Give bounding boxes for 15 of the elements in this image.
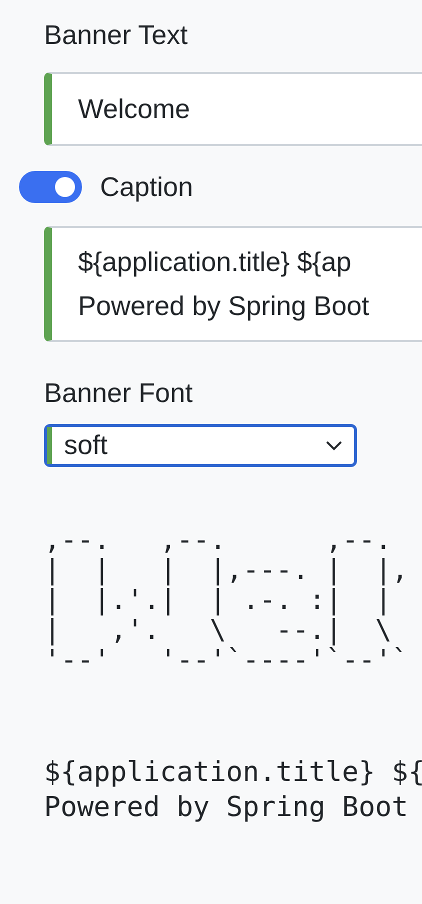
ascii-art-line: ,--. ,--. ,--.	[44, 525, 392, 555]
caption-preview-line: Powered by Spring Boot	[44, 790, 408, 825]
field-label: Banner Font	[44, 377, 193, 410]
ascii-art-line: | ,'. \ --.| \	[44, 615, 392, 645]
field-label: Banner Text	[44, 19, 188, 52]
caption-field[interactable]: ${application.title} ${ap Powered by Spring Boot	[44, 226, 422, 342]
font-select[interactable]: soft	[44, 424, 357, 467]
caption-toggle[interactable]	[19, 171, 82, 203]
toggle-label: Caption	[100, 171, 194, 204]
ascii-art-line: | | | |,---. | |,	[44, 555, 408, 585]
ascii-art-line: '--' '--'`----'`--'`	[44, 645, 408, 675]
caption-preview-line: ${application.title} ${	[44, 755, 422, 790]
chevron-icon	[326, 440, 342, 450]
ascii-art-line: | |.'.| | .-. :| |	[44, 585, 392, 615]
banner-text-field[interactable]: Welcome	[44, 72, 422, 146]
